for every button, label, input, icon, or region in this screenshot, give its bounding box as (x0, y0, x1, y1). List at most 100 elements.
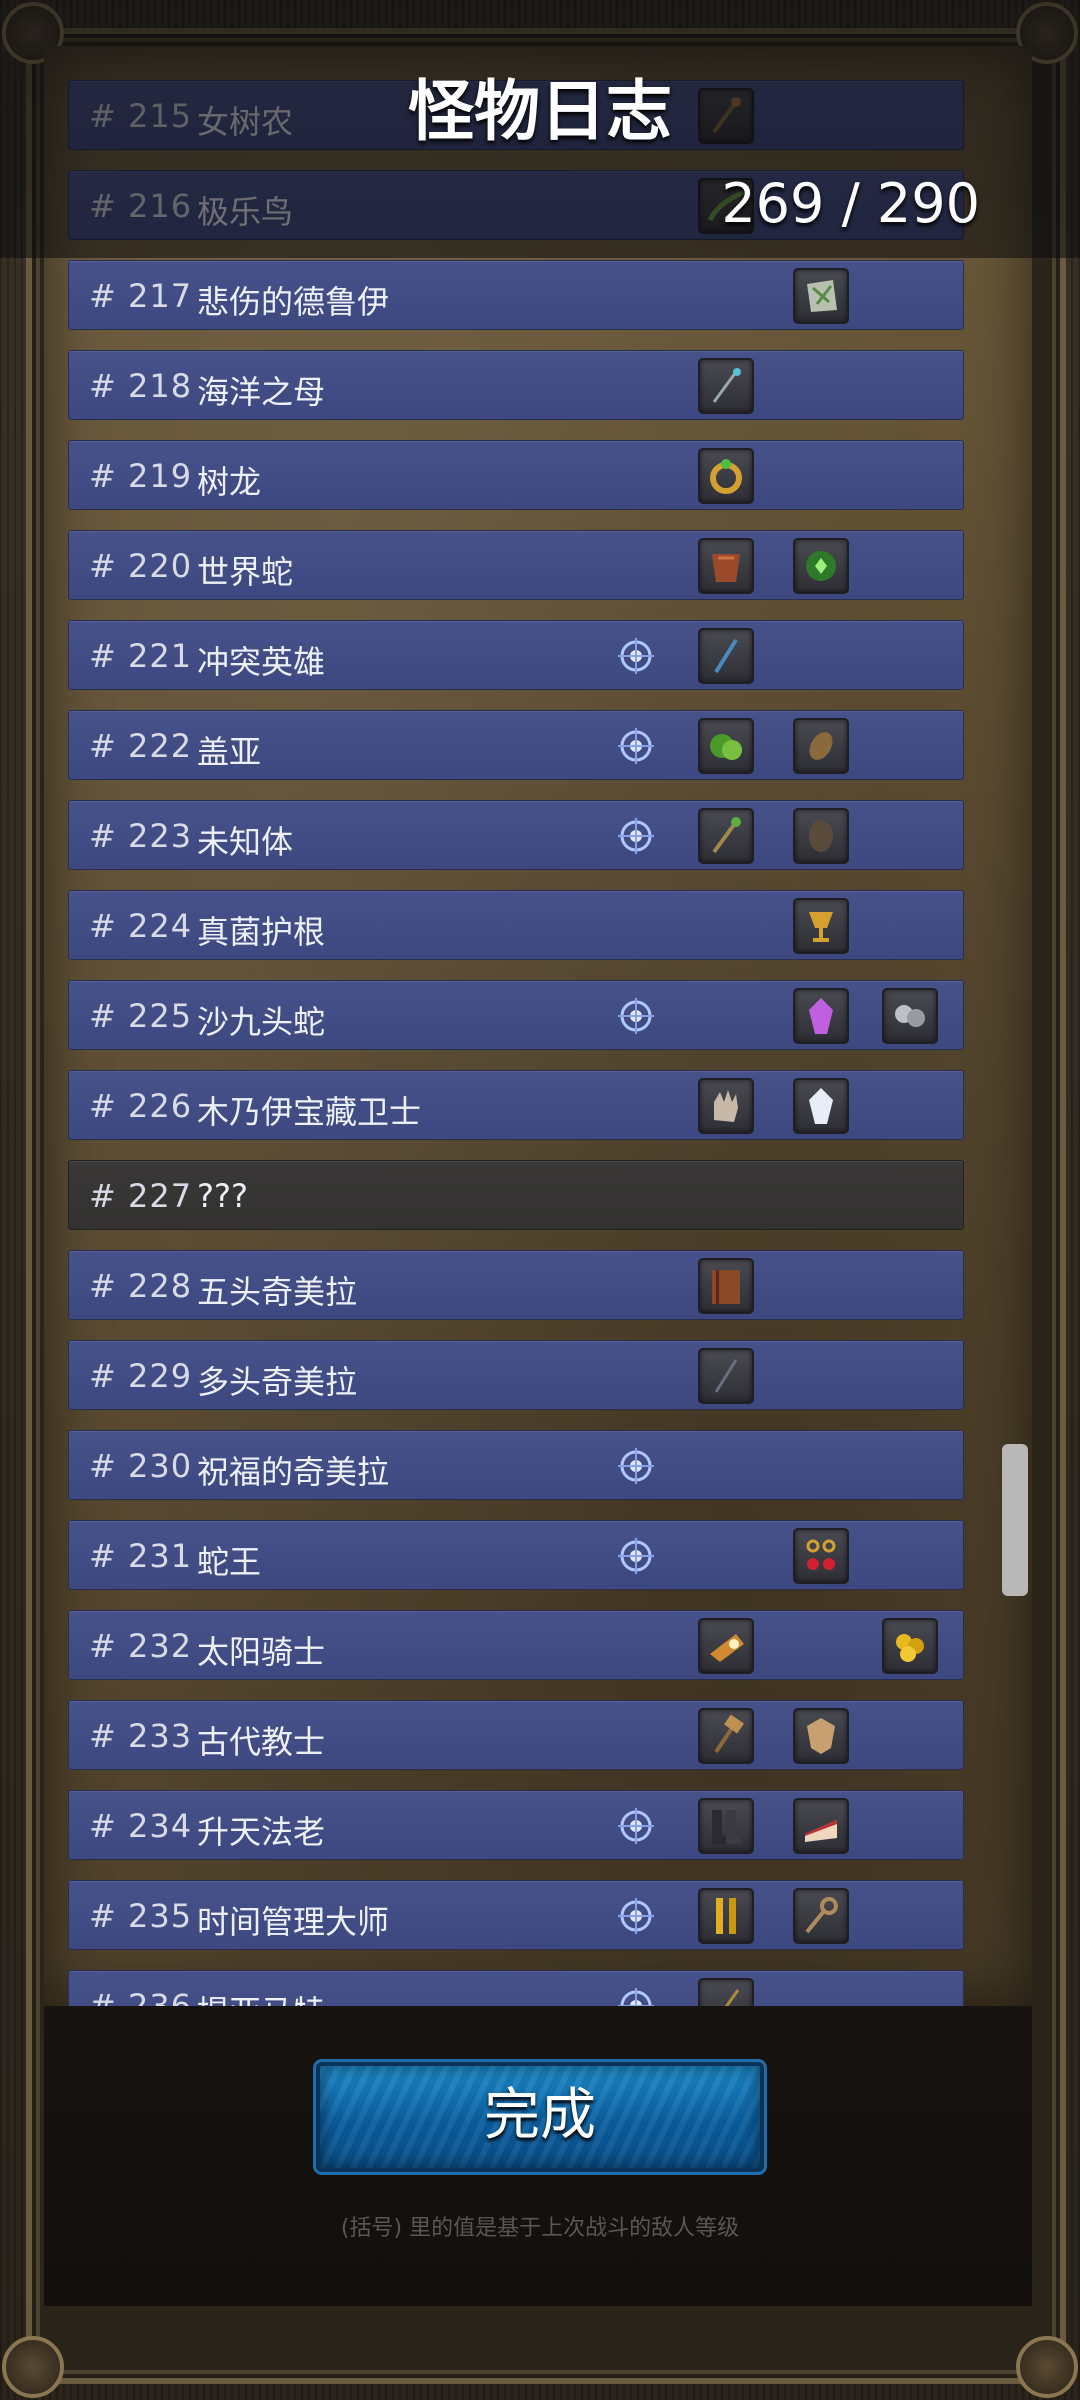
drop-item-ring[interactable] (698, 448, 754, 504)
monster-name: 沙九头蛇 (197, 1003, 326, 1041)
drop-item-hammer[interactable] (698, 1708, 754, 1764)
drop-item-staff[interactable] (698, 628, 754, 684)
monster-name: 蛇王 (197, 1543, 262, 1581)
monster-number: # 231 (89, 1537, 193, 1575)
monster-row[interactable]: # 231 蛇王 (68, 1520, 964, 1590)
crystal-gem-icon (618, 1898, 654, 1934)
monster-row[interactable]: # 218 海洋之母 (68, 350, 964, 420)
crystal-gem-icon (618, 1448, 654, 1484)
drop-item-white-crystal[interactable] (793, 1078, 849, 1134)
monster-name: 树龙 (197, 463, 262, 501)
monster-number: # 227 (89, 1177, 193, 1215)
monster-row[interactable]: # 228 五头奇美拉 (68, 1250, 964, 1320)
monster-row[interactable]: # 234 升天法老 (68, 1790, 964, 1860)
blue-staff-icon (714, 638, 738, 674)
monster-name: ??? (197, 1177, 248, 1215)
crystal-gem-icon (618, 638, 654, 674)
monster-number: # 217 (89, 277, 193, 315)
drop-item-rune-stone[interactable] (793, 268, 849, 324)
white-crystal-icon (809, 1088, 833, 1124)
drop-item-chalice[interactable] (793, 898, 849, 954)
drop-item-shield[interactable] (793, 1708, 849, 1764)
moss-icon (710, 734, 742, 760)
mummy-hand-icon (714, 1090, 738, 1122)
monster-name: 古代教士 (197, 1723, 326, 1761)
monster-row[interactable]: # 223 未知体 (68, 800, 964, 870)
wand-icon (714, 1359, 738, 1393)
drop-item-crystal[interactable] (793, 988, 849, 1044)
monster-number: # 225 (89, 997, 193, 1035)
crystal-gem-icon (618, 998, 654, 1034)
monster-row[interactable]: # 221 冲突英雄 (68, 620, 964, 690)
monster-list[interactable]: # 215 女树农 # 216 极乐鸟 # 217 悲伤的德鲁伊 # 218 海… (0, 0, 1080, 2010)
drop-item-hand[interactable] (698, 1078, 754, 1134)
monster-row[interactable]: # 235 时间管理大师 (68, 1880, 964, 1950)
frame-corner-ornament (2, 2336, 64, 2398)
drop-item-horn[interactable] (698, 1618, 754, 1674)
monster-name: 五头奇美拉 (197, 1273, 358, 1311)
monster-number: # 226 (89, 1087, 193, 1125)
monster-name: 海洋之母 (197, 373, 326, 411)
book-icon (712, 1270, 740, 1304)
monster-name: 世界蛇 (197, 553, 294, 591)
monster-row[interactable]: # 217 悲伤的德鲁伊 (68, 260, 964, 330)
monster-name: 真菌护根 (197, 913, 326, 951)
monster-row[interactable]: # 230 祝福的奇美拉 (68, 1430, 964, 1500)
monster-name: 祝福的奇美拉 (197, 1453, 390, 1491)
crystal-gem-icon (618, 818, 654, 854)
monster-number: # 220 (89, 547, 193, 585)
monster-row[interactable]: # 219 树龙 (68, 440, 964, 510)
green-rune-icon (806, 551, 836, 581)
drop-item-key[interactable] (793, 1888, 849, 1944)
monster-number: # 224 (89, 907, 193, 945)
seed-icon (809, 732, 833, 760)
monster-number: # 228 (89, 1267, 193, 1305)
monster-name: 冲突英雄 (197, 643, 326, 681)
drop-item-ore[interactable] (882, 988, 938, 1044)
monster-name: 悲伤的德鲁伊 (197, 283, 390, 321)
monster-row[interactable]: # 229 多头奇美拉 (68, 1340, 964, 1410)
drop-item-gold-coins[interactable] (882, 1618, 938, 1674)
chalice-icon (809, 912, 833, 942)
monster-name: 盖亚 (197, 733, 262, 771)
monster-row[interactable]: # 233 古代教士 (68, 1700, 964, 1770)
monster-row[interactable]: # 226 木乃伊宝藏卫士 (68, 1070, 964, 1140)
drop-item-wand[interactable] (698, 1348, 754, 1404)
drop-item-cake[interactable] (793, 1798, 849, 1854)
drop-item-egg[interactable] (793, 808, 849, 864)
drop-item-book[interactable] (698, 1258, 754, 1314)
key-icon (805, 1897, 838, 1934)
drop-item-moss[interactable] (698, 718, 754, 774)
drop-item-armor[interactable] (698, 538, 754, 594)
monster-name: 升天法老 (197, 1813, 326, 1851)
monster-row[interactable]: # 224 真菌护根 (68, 890, 964, 960)
drop-item-green-rune[interactable] (793, 538, 849, 594)
monster-name: 时间管理大师 (197, 1903, 390, 1941)
monster-row[interactable]: # 222 盖亚 (68, 710, 964, 780)
done-button[interactable]: 完成 (316, 2062, 764, 2172)
drop-item-seed[interactable] (793, 718, 849, 774)
monster-row[interactable]: # 232 太阳骑士 (68, 1610, 964, 1680)
monster-row[interactable]: # 225 沙九头蛇 (68, 980, 964, 1050)
monster-number: # 222 (89, 727, 193, 765)
crystal-gem-icon (618, 1538, 654, 1574)
hammer-icon (714, 1714, 744, 1754)
drop-item-earrings[interactable] (793, 1528, 849, 1584)
drop-item-trident[interactable] (698, 358, 754, 414)
monster-number: # 221 (89, 637, 193, 675)
drop-item-staff[interactable] (698, 808, 754, 864)
drop-item-golden-rods[interactable] (698, 1888, 754, 1944)
armor-icon (712, 554, 740, 582)
page-title: 怪物日志 (408, 73, 672, 150)
rune-stone-icon (807, 280, 837, 312)
monster-row[interactable]: # 236 提亚马特 (68, 1970, 964, 2010)
monster-number: # 216 (89, 187, 193, 225)
drop-item-boots[interactable] (698, 1798, 754, 1854)
golden-rods-icon (716, 1898, 736, 1934)
monster-row[interactable]: # 220 世界蛇 (68, 530, 964, 600)
list-scrollbar[interactable] (1002, 1444, 1028, 1596)
monster-name: 未知体 (197, 823, 294, 861)
boots-icon (712, 1810, 742, 1844)
monster-name: 太阳骑士 (197, 1633, 326, 1671)
monster-row-locked[interactable]: # 227 ??? (68, 1160, 964, 1230)
